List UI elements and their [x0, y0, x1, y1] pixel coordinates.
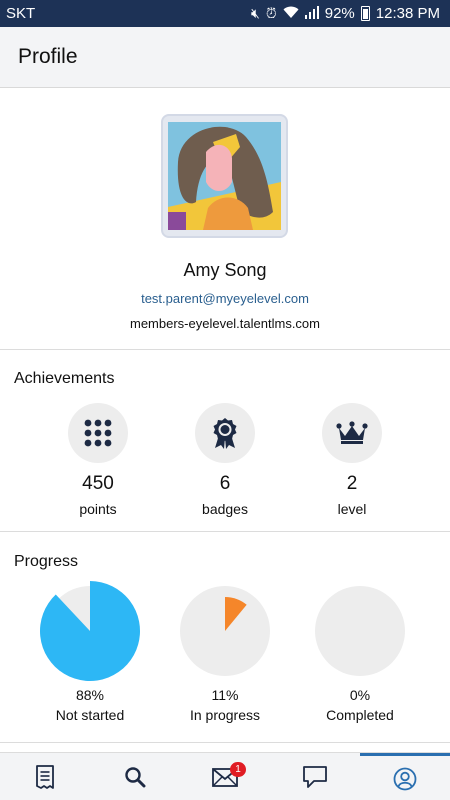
level-value: 2 — [346, 473, 358, 494]
nav-search[interactable] — [90, 753, 180, 800]
bottom-nav: 1 — [0, 752, 450, 800]
completed-label: Completed — [326, 707, 394, 723]
grid-dots-icon — [68, 403, 128, 463]
award-badge-icon — [195, 403, 255, 463]
site-domain: members-eyelevel.talentlms.com — [129, 316, 320, 331]
clock: 12:38 PM — [375, 5, 440, 22]
alarm-icon: ⏰︎ — [265, 5, 277, 21]
badges-value: 6 — [219, 473, 231, 494]
crown-icon — [322, 403, 382, 463]
nav-profile[interactable] — [360, 753, 450, 800]
nav-messages[interactable]: 1 — [180, 753, 270, 800]
points-label: points — [79, 501, 117, 517]
mute-icon: 🔇︎ — [251, 5, 260, 21]
user-name: Amy Song — [183, 260, 267, 280]
not-started-percent: 88% — [75, 687, 105, 703]
signal-icon — [304, 5, 319, 22]
progress-in-progress: 11% In progress — [170, 580, 280, 723]
avatar[interactable] — [161, 114, 288, 238]
page-title: Profile — [18, 45, 78, 68]
progress-not-started: 88% Not started — [35, 580, 145, 723]
pie-track — [315, 586, 405, 676]
chat-icon — [303, 766, 327, 788]
wifi-icon — [283, 6, 299, 22]
battery-percent: 92% — [324, 5, 355, 22]
achievement-badges: 6 badges — [180, 403, 270, 517]
search-icon — [125, 767, 146, 788]
profile-icon — [393, 767, 417, 790]
achievements-title: Achievements — [14, 370, 115, 387]
avatar-image — [168, 122, 281, 230]
completed-pie — [315, 586, 405, 676]
in-progress-label: In progress — [189, 707, 261, 723]
progress-title: Progress — [14, 553, 79, 570]
level-label: level — [337, 501, 367, 517]
status-bar: SKT 🔇︎ ⏰︎ 92% 12:38 PM — [0, 0, 450, 27]
profile-header: Amy Song test.parent@myeyelevel.com memb… — [0, 88, 450, 350]
carrier-label: SKT — [6, 5, 36, 22]
progress-completed: 0% Completed — [305, 580, 415, 723]
status-icons: 🔇︎ ⏰︎ 92% 12:38 PM — [251, 5, 440, 22]
achievement-level: 2 level — [307, 403, 397, 517]
achievement-points: 450 points — [53, 403, 143, 517]
completed-percent: 0% — [349, 687, 371, 703]
points-value: 450 — [82, 473, 114, 494]
in-progress-pie — [180, 586, 270, 676]
not-started-pie — [39, 581, 140, 681]
achievements-section: Achievements 450 points 6 badges 2 level — [0, 351, 450, 532]
catalog-icon — [36, 765, 54, 789]
battery-icon — [360, 6, 370, 21]
app-bar: Profile — [0, 27, 450, 88]
badges-label: badges — [202, 501, 248, 517]
not-started-label: Not started — [55, 707, 125, 723]
nav-discussions[interactable] — [270, 753, 360, 800]
unread-badge: 1 — [230, 762, 246, 777]
user-email-link[interactable]: test.parent@myeyelevel.com — [0, 291, 450, 306]
progress-section: Progress 88% Not started 11% In progress… — [0, 533, 450, 743]
nav-catalog[interactable] — [0, 753, 90, 800]
in-progress-percent: 11% — [211, 687, 239, 703]
